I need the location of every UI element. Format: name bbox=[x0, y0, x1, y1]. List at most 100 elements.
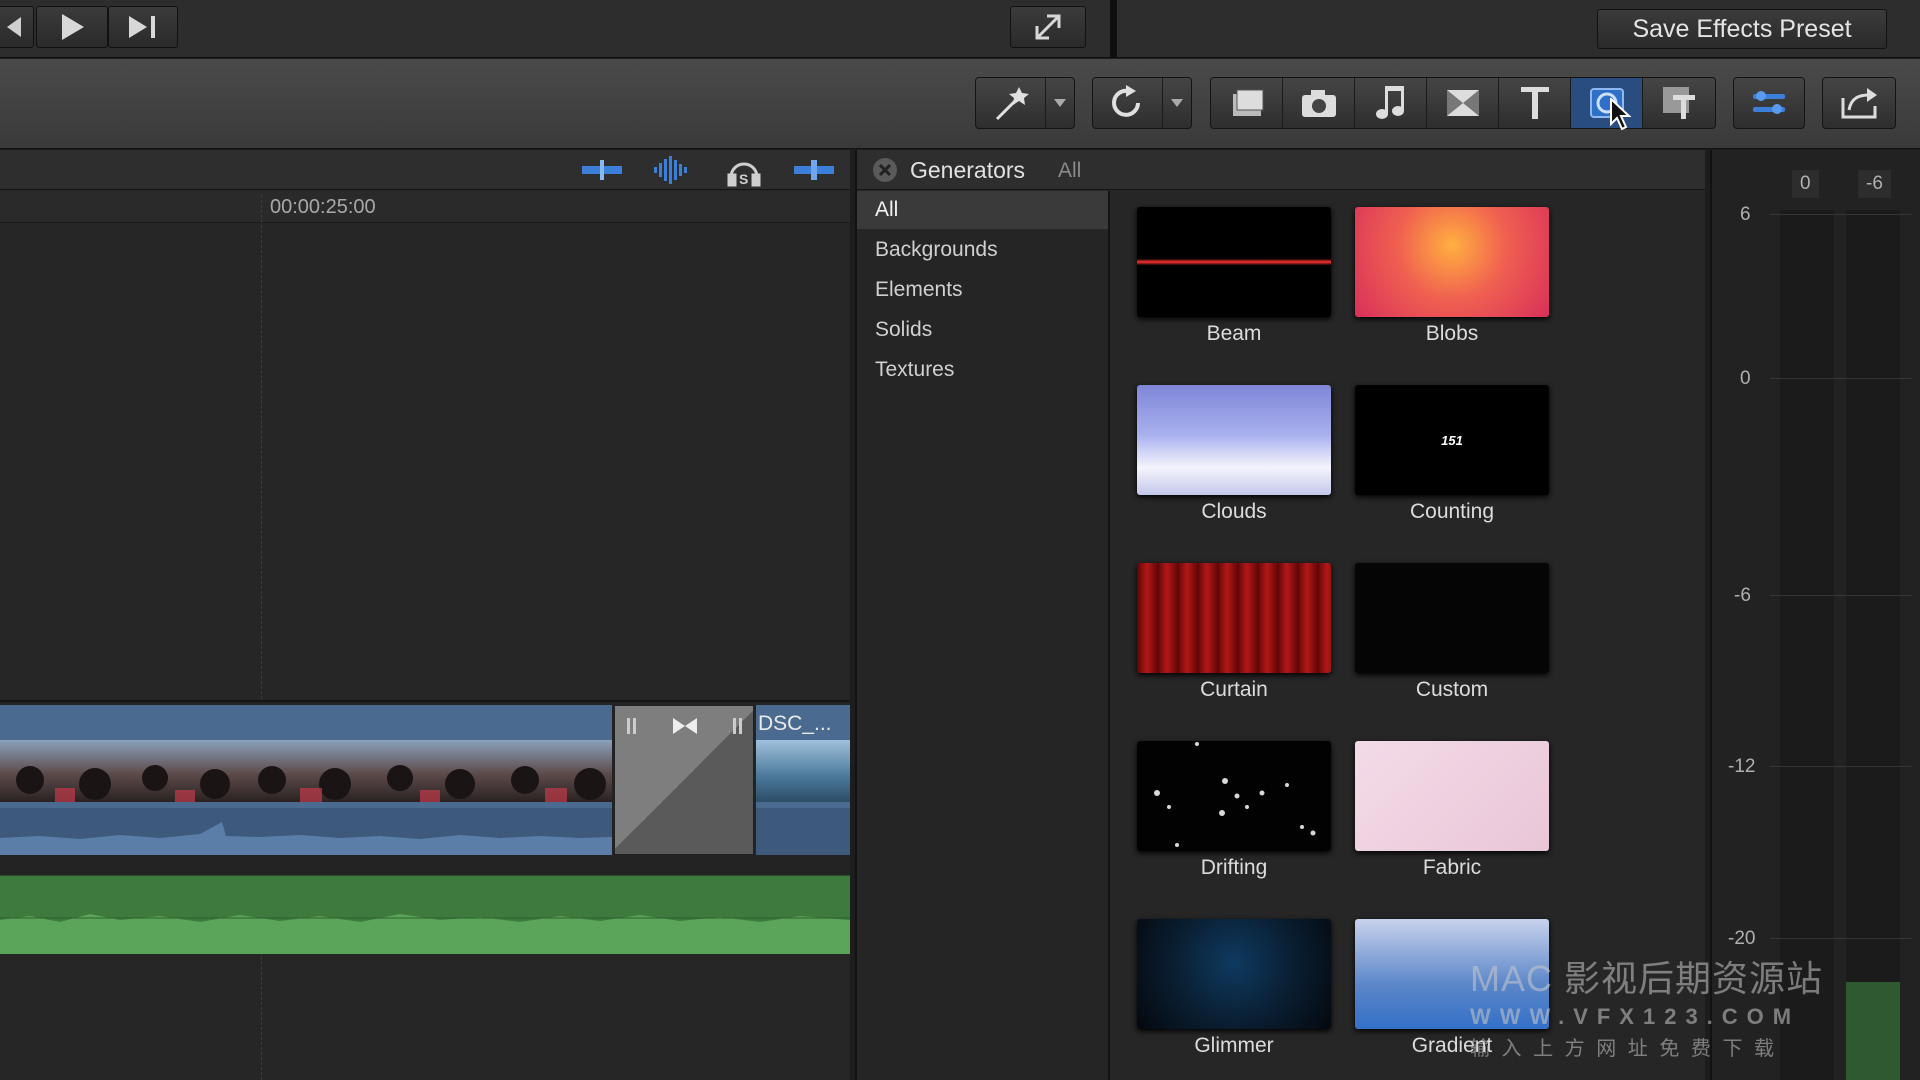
timeline-ruler[interactable] bbox=[0, 191, 850, 223]
browser-toggles bbox=[1210, 77, 1716, 129]
category-backgrounds[interactable]: Backgrounds bbox=[857, 231, 1108, 269]
headphones-solo-icon: S bbox=[727, 162, 761, 187]
generator-label: Fabric bbox=[1422, 856, 1482, 879]
generator-label: Glimmer bbox=[1194, 1034, 1274, 1057]
watermark-title: MAC 影视后期资源站 bbox=[1470, 958, 1824, 999]
music-note-icon bbox=[1375, 86, 1404, 119]
generator-clouds[interactable]: Clouds bbox=[1137, 385, 1331, 524]
watermark-tagline: 输 入 上 方 网 址 免 费 下 载 bbox=[1470, 1038, 1778, 1060]
photos-button[interactable] bbox=[1283, 78, 1355, 128]
save-effects-preset-button[interactable]: Save Effects Preset bbox=[1597, 9, 1887, 49]
meter-gridline bbox=[1770, 214, 1912, 215]
generator-blobs[interactable]: Blobs bbox=[1355, 207, 1549, 346]
generator-thumbnail bbox=[1137, 919, 1331, 1029]
browser-title: Generators bbox=[910, 157, 1026, 183]
watermark-url: WWW.VFX123.COM bbox=[1470, 1004, 1801, 1029]
clip-filmstrip bbox=[0, 740, 612, 802]
category-list: All Backgrounds Elements Solids Textures bbox=[857, 191, 1110, 1080]
play-icon bbox=[62, 14, 84, 40]
meter-scale-label: -6 bbox=[1734, 585, 1751, 606]
generator-custom[interactable]: Custom bbox=[1355, 563, 1549, 702]
generators-button[interactable] bbox=[1571, 78, 1643, 128]
generator-thumbnail bbox=[1137, 741, 1331, 851]
generator-thumbnail bbox=[1137, 563, 1331, 673]
close-browser-button[interactable] bbox=[873, 158, 897, 182]
film-icon bbox=[1232, 89, 1263, 116]
share-button[interactable] bbox=[1822, 77, 1896, 129]
media-browser-button[interactable] bbox=[1211, 78, 1283, 128]
category-all[interactable]: All bbox=[857, 191, 1108, 229]
meter-scale-label: -12 bbox=[1728, 756, 1756, 777]
panel-divider bbox=[1110, 0, 1117, 58]
meter-gridline bbox=[1770, 595, 1912, 596]
skip-next-icon bbox=[129, 16, 155, 38]
music-button[interactable] bbox=[1355, 78, 1427, 128]
meter-scale-label: -20 bbox=[1728, 928, 1756, 949]
inspector-toggle-button[interactable] bbox=[1733, 77, 1805, 129]
snapping-button[interactable] bbox=[792, 157, 836, 183]
previous-button[interactable] bbox=[0, 6, 34, 48]
mouse-cursor-icon bbox=[1610, 98, 1632, 130]
play-button[interactable] bbox=[36, 6, 108, 48]
generator-glimmer[interactable]: Glimmer bbox=[1137, 919, 1331, 1058]
share-icon bbox=[1841, 88, 1877, 119]
generator-beam[interactable]: Beam bbox=[1137, 207, 1331, 346]
clip-appearance-icon bbox=[582, 160, 622, 180]
ruler-timecode: 00:00:25:00 bbox=[270, 196, 376, 218]
generator-fabric[interactable]: Fabric bbox=[1355, 741, 1549, 880]
generator-thumbnail bbox=[1137, 385, 1331, 495]
generator-thumbnail bbox=[1137, 207, 1331, 317]
category-elements[interactable]: Elements bbox=[857, 271, 1108, 309]
transition-clip[interactable] bbox=[614, 705, 754, 855]
close-icon bbox=[879, 164, 891, 176]
generator-label: Counting bbox=[1409, 500, 1495, 523]
generator-thumbnail bbox=[1355, 207, 1549, 317]
clip-audio-waveform bbox=[0, 808, 612, 855]
themes-icon bbox=[1663, 87, 1695, 119]
solo-button[interactable]: S bbox=[722, 155, 766, 187]
transitions-icon bbox=[1446, 90, 1479, 116]
audio-waveform-button[interactable] bbox=[650, 155, 694, 185]
meter-gridline bbox=[1770, 766, 1912, 767]
generator-thumbnail: 151 bbox=[1355, 385, 1549, 495]
generator-drifting[interactable]: Drifting bbox=[1137, 741, 1331, 880]
clip-appearance-button[interactable] bbox=[580, 157, 624, 183]
generator-curtain[interactable]: Curtain bbox=[1137, 563, 1331, 702]
expand-icon bbox=[1035, 14, 1061, 40]
enhance-menu[interactable] bbox=[975, 77, 1075, 129]
category-solids[interactable]: Solids bbox=[857, 311, 1108, 349]
meter-channel-header: -6 bbox=[1858, 170, 1891, 198]
watermark: MAC 影视后期资源站 WWW.VFX123.COM 输 入 上 方 网 址 免… bbox=[1470, 950, 1920, 1061]
audio-clip[interactable] bbox=[0, 875, 850, 954]
generator-label: Custom bbox=[1415, 678, 1489, 701]
generator-thumbnail bbox=[1355, 563, 1549, 673]
next-button[interactable] bbox=[108, 6, 178, 48]
themes-button[interactable] bbox=[1643, 78, 1715, 128]
generator-thumbnail bbox=[1355, 741, 1549, 851]
snapping-icon bbox=[794, 160, 834, 180]
counting-number: 151 bbox=[1441, 432, 1463, 448]
svg-text:S: S bbox=[739, 171, 748, 187]
chevron-down-icon bbox=[1046, 78, 1074, 128]
titles-button[interactable] bbox=[1499, 78, 1571, 128]
retime-menu[interactable] bbox=[1092, 77, 1192, 129]
generator-counting[interactable]: 151 Counting bbox=[1355, 385, 1549, 524]
fullscreen-button[interactable] bbox=[1010, 6, 1086, 48]
clip-thumbnail bbox=[756, 740, 850, 802]
transitions-button[interactable] bbox=[1427, 78, 1499, 128]
meter-gridline bbox=[1770, 938, 1912, 939]
category-textures[interactable]: Textures bbox=[857, 351, 1108, 389]
generator-grid: Beam Blobs Clouds 151 Counting Curtain C… bbox=[1112, 191, 1705, 1080]
clip-audio-waveform bbox=[756, 808, 850, 855]
generator-label: Blobs bbox=[1425, 322, 1479, 345]
generator-label: Clouds bbox=[1201, 500, 1267, 523]
browser-filter-label[interactable]: All bbox=[1058, 159, 1081, 183]
retime-icon bbox=[1093, 78, 1163, 128]
generator-label: Beam bbox=[1206, 322, 1262, 345]
previous-icon bbox=[7, 17, 21, 37]
waveform-icon bbox=[654, 156, 687, 184]
generator-label: Curtain bbox=[1200, 678, 1268, 701]
magic-wand-icon bbox=[976, 78, 1046, 128]
audio-meters: 0 -6 6 0 -6 -12 -20 bbox=[1710, 150, 1920, 1080]
meter-scale-label: 0 bbox=[1740, 368, 1751, 389]
